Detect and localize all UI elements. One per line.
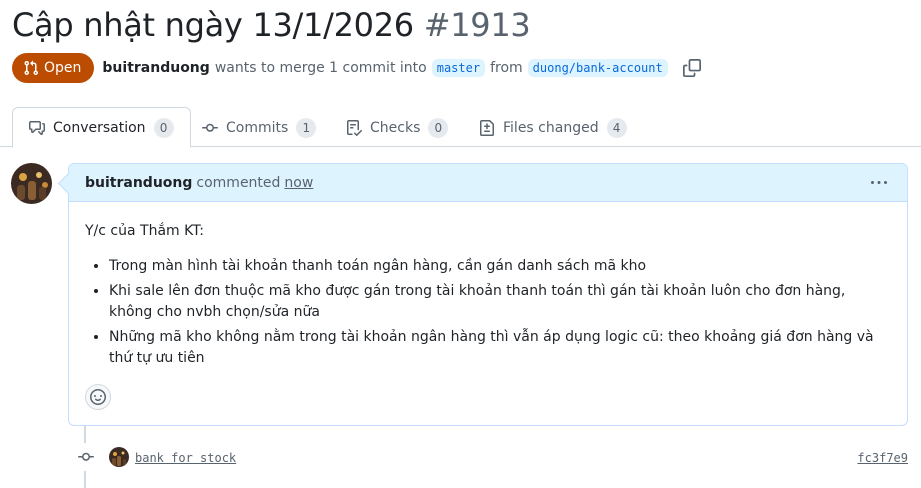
comment-action: commented [196, 174, 281, 191]
tab-counter: 0 [428, 117, 449, 138]
pr-number: #1913 [423, 6, 531, 44]
commit-author-avatar[interactable] [109, 447, 129, 467]
list-item: Khi sale lên đơn thuộc mã kho được gán t… [109, 281, 891, 323]
copy-branch-button[interactable] [682, 59, 701, 77]
kebab-horizontal-icon [871, 181, 887, 184]
smiley-icon [90, 389, 106, 405]
pr-meta: Open buitranduong wants to merge 1 commi… [12, 53, 701, 83]
base-branch[interactable]: master [431, 59, 486, 77]
commit-message-link[interactable]: bank for stock [135, 451, 236, 465]
comment-header: buitranduong commented now [69, 164, 907, 202]
comment-list: Trong màn hình tài khoản thanh toán ngân… [85, 256, 891, 369]
checklist-icon [347, 119, 362, 136]
avatar-image [109, 447, 129, 467]
avatar[interactable] [11, 163, 52, 204]
tab-checks[interactable]: Checks 0 [346, 107, 449, 148]
tab-label: Checks [370, 119, 421, 136]
head-branch[interactable]: duong/bank-account [527, 59, 668, 77]
comment-intro: Y/c của Thắm KT: [85, 223, 204, 239]
commit-badge [72, 443, 100, 471]
tab-label: Files changed [503, 119, 599, 136]
comment-box: buitranduong commented now Y/c của Thắm … [68, 163, 908, 426]
tab-commits[interactable]: Commits 1 [202, 107, 317, 148]
pr-title: Cập nhật ngày 13/1/2026 [12, 6, 414, 44]
tab-counter: 4 [606, 117, 627, 138]
from-text: from [490, 60, 523, 76]
tab-label: Commits [226, 119, 289, 136]
list-item: Trong màn hình tài khoản thanh toán ngân… [109, 256, 891, 277]
tab-conversation[interactable]: Conversation 0 [12, 107, 191, 148]
tab-label: Conversation [53, 119, 146, 136]
comment-author-link[interactable]: buitranduong [85, 175, 192, 191]
git-commit-icon [78, 452, 94, 461]
git-commit-icon [202, 123, 218, 132]
tab-files-changed[interactable]: Files changed 4 [479, 107, 627, 148]
add-reaction-button[interactable] [85, 384, 111, 410]
tab-counter: 1 [296, 117, 317, 138]
comment-options-button[interactable] [869, 173, 889, 193]
copy-icon [682, 59, 701, 77]
comment-discussion-icon [29, 120, 45, 135]
pr-title-heading: Cập nhật ngày 13/1/2026 #1913 [12, 4, 531, 46]
pr-tabs: Conversation 0 Commits 1 Checks 0 Files … [0, 107, 921, 148]
comment-timestamp[interactable]: now [284, 175, 313, 191]
merge-text: wants to merge 1 commit into [214, 60, 427, 76]
comment-body: Y/c của Thắm KT: Trong màn hình tài khoả… [69, 202, 907, 369]
pr-author-link[interactable]: buitranduong [102, 60, 209, 76]
list-item: Những mã kho không nằm trong tài khoản n… [109, 327, 891, 369]
tab-counter: 0 [153, 117, 174, 138]
state-label: Open [44, 60, 82, 76]
commit-sha-link[interactable]: fc3f7e9 [857, 451, 908, 465]
git-pull-request-icon [24, 60, 39, 76]
state-badge: Open [12, 53, 95, 83]
avatar-image [11, 163, 52, 204]
file-diff-icon [480, 119, 494, 136]
